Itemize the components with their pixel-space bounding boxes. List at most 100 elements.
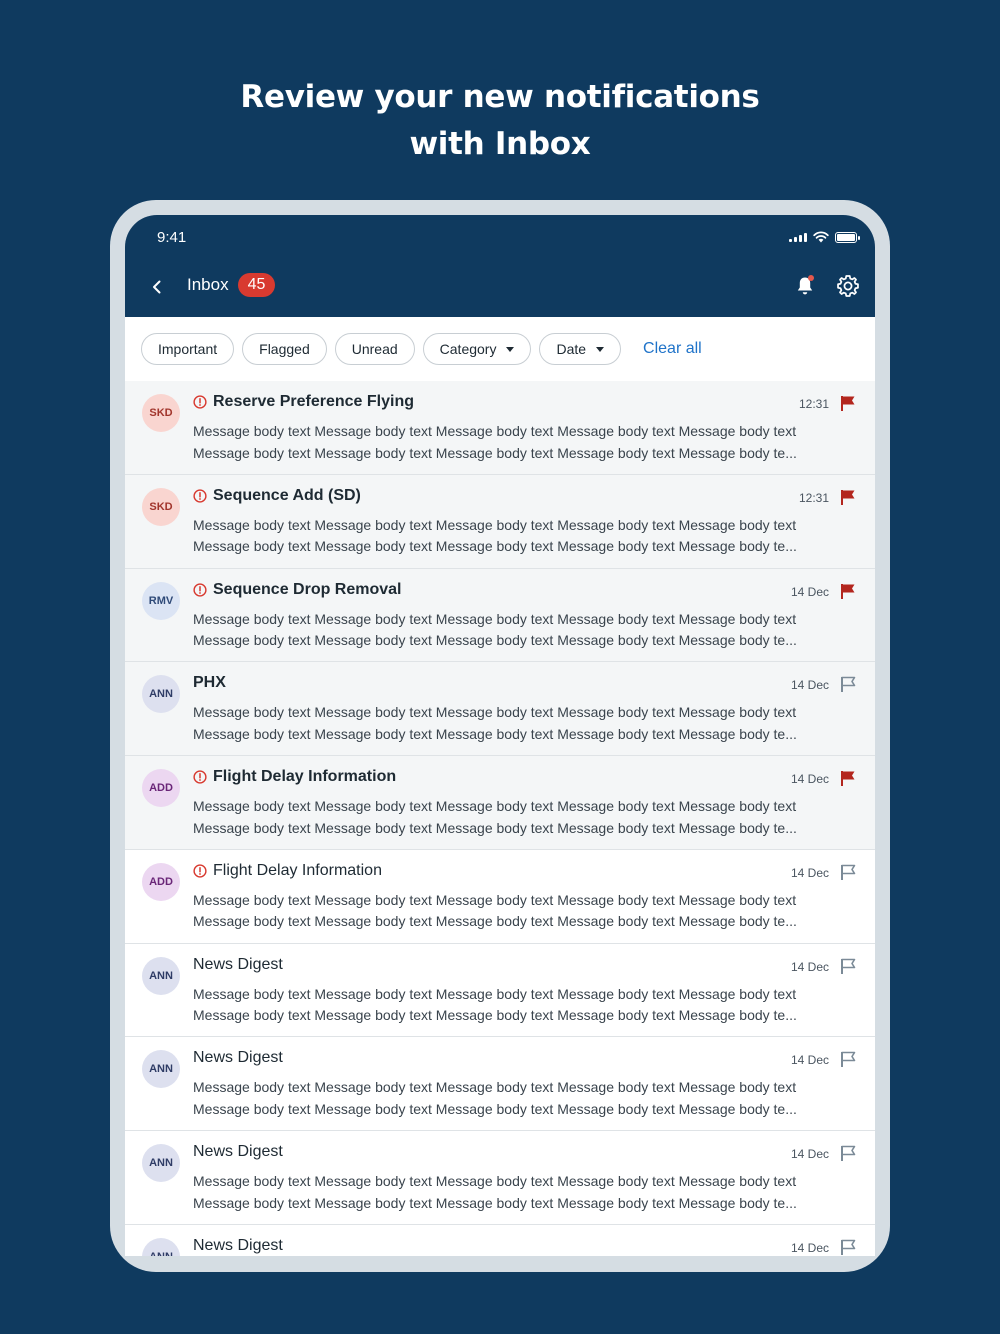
status-icons <box>789 231 860 243</box>
important-alert-icon <box>193 395 207 409</box>
caret-down-icon <box>596 346 605 352</box>
chevron-left-icon[interactable] <box>145 275 169 299</box>
app-screen: 9:41 Inbox 45 Important Flagged Unread C… <box>125 215 875 1256</box>
filter-chip-unread[interactable]: Unread <box>334 333 415 365</box>
message-time: 14 Dec <box>790 1240 829 1255</box>
filter-chip-label: Unread <box>351 341 398 357</box>
flag-outline-icon[interactable] <box>839 1050 857 1068</box>
status-time: 9:41 <box>157 229 187 246</box>
unread-count-badge: 45 <box>238 273 275 297</box>
message-title: Sequence Drop Removal <box>193 581 402 599</box>
message-time: 14 Dec <box>790 1053 829 1068</box>
message-row[interactable]: ADD Flight Delay Information 14 Dec Message… <box>125 756 875 850</box>
message-title-text: Sequence Add (SD) <box>213 486 361 504</box>
flag-outline-icon[interactable] <box>839 1238 857 1256</box>
avatar: ANN <box>142 1237 180 1256</box>
flag-outline-icon[interactable] <box>839 675 857 693</box>
message-title: Sequence Add (SD) <box>193 487 361 505</box>
message-title-text: News Digest <box>193 1049 283 1067</box>
message-title-text: PHX <box>193 674 226 692</box>
filter-chip-label: Category <box>439 341 497 357</box>
message-preview: Message body text Message body text Mess… <box>193 1077 853 1120</box>
app-header: 9:41 Inbox 45 <box>125 215 875 317</box>
message-title-text: News Digest <box>193 955 283 973</box>
message-preview-line: Message body text Message body text Mess… <box>193 798 797 814</box>
filter-chip-label: Flagged <box>259 341 310 357</box>
message-preview-line: Message body text Message body text Mess… <box>193 913 797 930</box>
flag-outline-icon[interactable] <box>839 957 857 975</box>
message-preview-line: Message body text Message body text Mess… <box>193 632 797 648</box>
notification-dot <box>808 275 814 281</box>
message-row[interactable]: SKD Sequence Add (SD) 12:31 Message body te… <box>125 474 875 569</box>
message-title-text: Flight Delay Information <box>213 861 382 879</box>
clear-all-link[interactable]: Clear all <box>643 340 702 358</box>
flag-outline-icon[interactable] <box>839 863 857 881</box>
battery-icon <box>835 231 860 243</box>
flag-outline-icon[interactable] <box>839 1144 857 1162</box>
avatar: ADD <box>142 862 180 901</box>
message-row[interactable]: ANN News Digest 14 Dec Message body text Me… <box>125 943 875 1038</box>
message-title: News Digest <box>193 1049 283 1067</box>
avatar: ANN <box>142 1050 180 1089</box>
message-list: SKD Reserve Preference Flying 12:31 Message… <box>125 381 875 1256</box>
message-preview: Message body text Message body text Mess… <box>193 609 853 652</box>
message-title: News Digest <box>193 1237 283 1255</box>
message-title-text: News Digest <box>193 1143 283 1160</box>
message-title-text: Flight Delay Information <box>213 768 397 785</box>
avatar: SKD <box>142 487 180 526</box>
gear-icon[interactable] <box>835 273 861 299</box>
flag-filled-icon[interactable] <box>839 394 857 412</box>
important-alert-icon <box>193 770 207 784</box>
message-time: 14 Dec <box>790 772 829 786</box>
message-preview-line: Message body text Message body text Mess… <box>193 516 797 533</box>
message-preview: Message body text Message body text Mess… <box>193 796 853 839</box>
message-preview-line: Message body text Message body text Mess… <box>193 704 797 721</box>
avatar: ANN <box>142 675 180 714</box>
message-title-text: Sequence Drop Removal <box>213 580 402 598</box>
message-preview-line: Message body text Message body text Mess… <box>193 1194 797 1211</box>
message-row[interactable]: ADD Flight Delay Information 14 Dec Message… <box>125 849 875 944</box>
avatar: ANN <box>142 956 180 995</box>
message-preview-line: Message body text Message body text Mess… <box>193 444 797 461</box>
message-row[interactable]: ANN News Digest 14 Dec Message body text Me… <box>125 1037 875 1131</box>
message-row[interactable]: ANN News Digest 14 Dec Message body text Me… <box>125 1131 875 1225</box>
avatar: ADD <box>142 769 180 807</box>
filter-dropdown-category[interactable]: Category <box>422 333 532 365</box>
message-title: News Digest <box>193 1143 283 1161</box>
message-preview: Message body text Message body text Mess… <box>193 421 853 464</box>
message-time: 14 Dec <box>790 1147 829 1161</box>
message-preview-line: Message body text Message body text Mess… <box>193 610 797 627</box>
message-preview: Message body text Message body text Mess… <box>193 984 853 1027</box>
message-time: 12:31 <box>798 397 829 411</box>
message-preview: Message body text Message body text Mess… <box>193 890 853 933</box>
important-alert-icon <box>193 489 207 503</box>
flag-filled-icon[interactable] <box>839 769 857 787</box>
message-row[interactable]: SKD Reserve Preference Flying 12:31 Message… <box>125 381 875 475</box>
message-preview: Message body text Message body text Mess… <box>193 1171 853 1214</box>
avatar: SKD <box>142 394 180 432</box>
filter-dropdown-date[interactable]: Date <box>539 333 622 365</box>
notifications-button[interactable] <box>793 274 817 298</box>
message-row[interactable]: ANN PHX 14 Dec Message body text Message bo… <box>125 662 875 756</box>
message-row[interactable]: ANN News Digest 14 Dec <box>125 1224 875 1256</box>
message-title-text: Reserve Preference Flying <box>213 393 414 410</box>
message-preview-line: Message body text Message body text Mess… <box>193 725 797 742</box>
message-time: 14 Dec <box>790 584 829 599</box>
filter-chip-important[interactable]: Important <box>141 333 235 365</box>
cellular-signal-icon <box>789 232 807 242</box>
message-preview: Message body text Message body text Mess… <box>193 515 853 558</box>
message-title: PHX <box>193 674 226 692</box>
message-title: News Digest <box>193 956 283 974</box>
flag-filled-icon[interactable] <box>839 488 857 506</box>
message-row[interactable]: RMV Sequence Drop Removal 14 Dec Message bo… <box>125 568 875 663</box>
message-title: Reserve Preference Flying <box>193 393 414 411</box>
avatar: RMV <box>142 581 180 620</box>
filter-chip-label: Date <box>556 341 587 357</box>
message-time: 14 Dec <box>790 678 829 693</box>
filter-chip-flagged[interactable]: Flagged <box>242 333 327 365</box>
message-preview-line: Message body text Message body text Mess… <box>193 423 797 439</box>
message-preview-line: Message body text Message body text Mess… <box>193 985 797 1002</box>
caret-down-icon <box>506 346 515 352</box>
header-nav: Inbox 45 <box>125 267 875 307</box>
flag-filled-icon[interactable] <box>839 582 857 600</box>
